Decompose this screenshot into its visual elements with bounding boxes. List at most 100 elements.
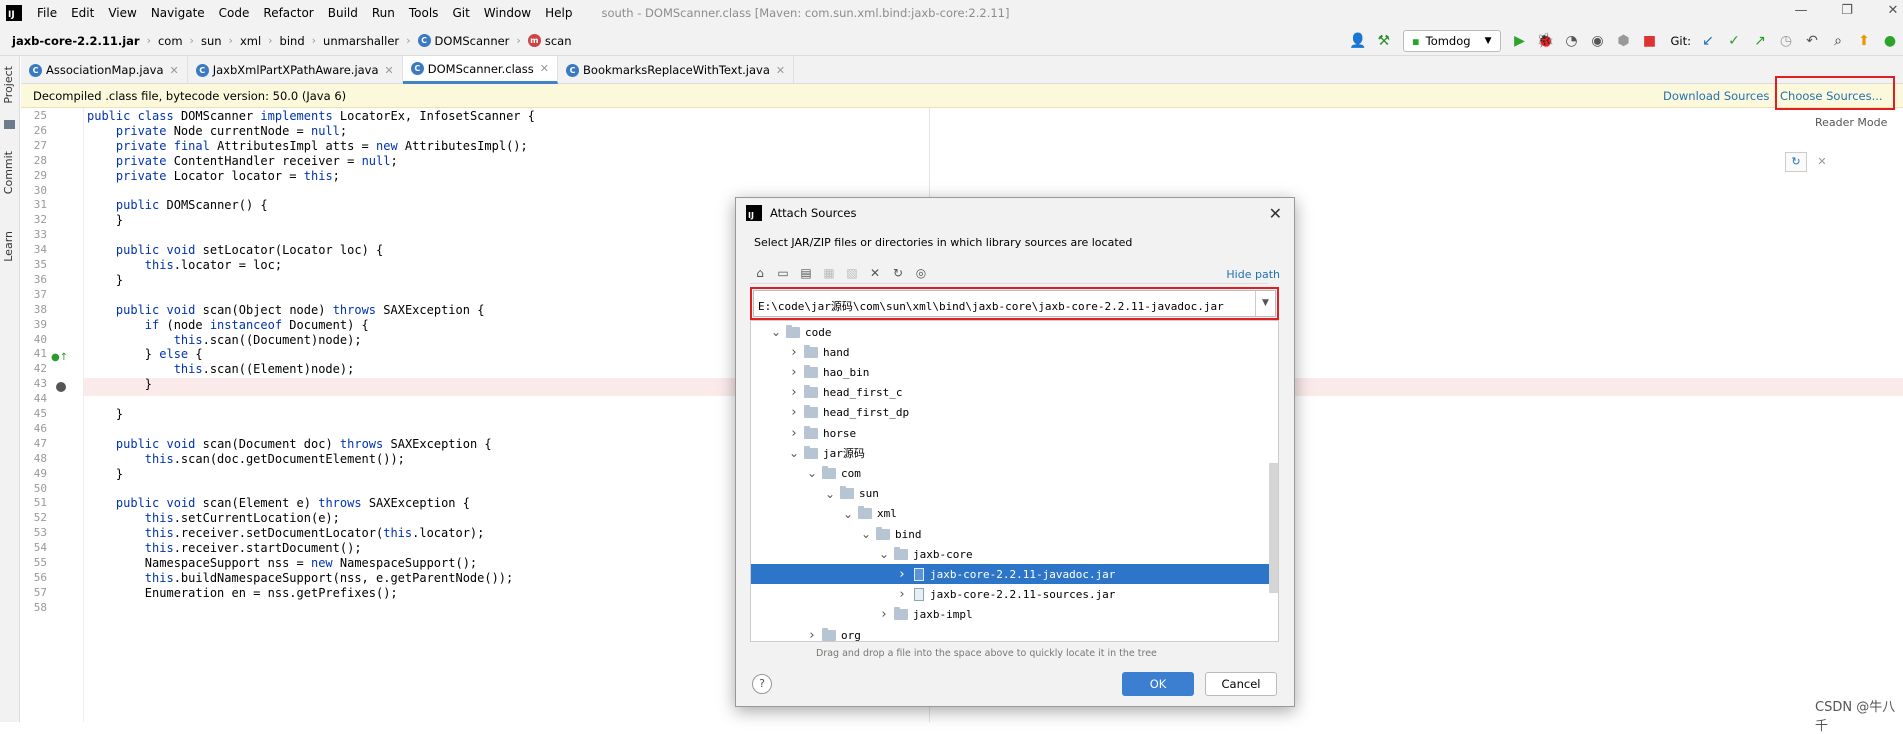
tool-commit[interactable]: Commit <box>2 151 15 194</box>
plugin-icon[interactable]: ● <box>1879 30 1901 52</box>
restore-icon[interactable]: ❐ <box>1840 4 1854 18</box>
menu-window[interactable]: Window <box>477 6 538 20</box>
close-icon[interactable]: ✕ <box>1269 204 1282 223</box>
tree-node-jaxb-impl[interactable]: › jaxb-impl <box>751 605 1278 625</box>
run-icon[interactable]: ▶ <box>1509 30 1531 52</box>
menu-run[interactable]: Run <box>365 6 402 20</box>
tree-node-xml[interactable]: ⌄ xml <box>751 504 1278 524</box>
tree-node-jaxb-core-2-2-11-sources-jar[interactable]: › jaxb-core-2.2.11-sources.jar <box>751 585 1278 605</box>
help-icon[interactable]: ? <box>752 674 772 694</box>
chevron-down-icon[interactable]: ⌄ <box>841 507 855 521</box>
menu-refactor[interactable]: Refactor <box>256 6 320 20</box>
breadcrumb-method[interactable]: m scan <box>526 34 574 48</box>
close-icon[interactable]: ✕ <box>1812 152 1832 172</box>
cancel-button[interactable]: Cancel <box>1205 672 1277 696</box>
chevron-right-icon[interactable]: › <box>787 385 801 400</box>
tab-jaxbxmlpart[interactable]: C JaxbXmlPartXPathAware.java ✕ <box>188 56 403 84</box>
project-folder-icon[interactable]: ▤ <box>796 263 816 283</box>
breadcrumb-unmarshaller[interactable]: unmarshaller <box>321 34 401 48</box>
close-tab-icon[interactable]: ✕ <box>540 62 549 75</box>
show-hidden-icon[interactable]: ◎ <box>911 263 931 283</box>
chevron-right-icon[interactable]: › <box>895 567 909 582</box>
reader-mode-toggle[interactable]: Reader Mode <box>1815 116 1887 129</box>
menu-view[interactable]: View <box>101 6 143 20</box>
menu-edit[interactable]: Edit <box>64 6 101 20</box>
tree-node-horse[interactable]: › horse <box>751 423 1278 443</box>
chevron-down-icon[interactable]: ⌄ <box>787 446 801 460</box>
breadcrumb-com[interactable]: com <box>156 34 185 48</box>
menu-git[interactable]: Git <box>445 6 476 20</box>
user-icon[interactable]: 👤 <box>1347 30 1369 52</box>
run-configuration-select[interactable]: ▪ Tomdog ▼ <box>1402 30 1501 52</box>
attach-icon[interactable]: ⬢ <box>1613 30 1635 52</box>
tree-node-hao-bin[interactable]: › hao_bin <box>751 362 1278 382</box>
tab-domscanner[interactable]: C DOMScanner.class ✕ <box>402 56 559 84</box>
menu-help[interactable]: Help <box>538 6 579 20</box>
close-tab-icon[interactable]: ✕ <box>776 64 785 77</box>
minimize-icon[interactable]: — <box>1794 4 1808 18</box>
tree-node-sun[interactable]: ⌄ sun <box>751 484 1278 504</box>
breadcrumb-bind[interactable]: bind <box>278 34 307 48</box>
close-tab-icon[interactable]: ✕ <box>170 64 179 77</box>
refresh-icon[interactable]: ↻ <box>888 263 908 283</box>
override-icon[interactable]: ●↑ <box>51 352 68 363</box>
menu-build[interactable]: Build <box>321 6 365 20</box>
tree-node-org[interactable]: › org <box>751 625 1278 642</box>
tool-learn[interactable]: Learn <box>2 231 15 262</box>
breadcrumb-xml[interactable]: xml <box>238 34 263 48</box>
breadcrumb-class[interactable]: C DOMScanner <box>416 34 512 48</box>
refresh-icon[interactable]: ↻ <box>1785 152 1807 172</box>
chevron-down-icon[interactable]: ⌄ <box>859 527 873 541</box>
tool-project[interactable]: Project <box>2 66 15 104</box>
close-icon[interactable]: ✕ <box>1886 4 1900 18</box>
download-sources-link[interactable]: Download Sources <box>1663 89 1769 103</box>
scrollbar[interactable] <box>1269 463 1278 593</box>
tree-node-code[interactable]: ⌄ code <box>751 322 1278 342</box>
tree-node-hand[interactable]: › hand <box>751 342 1278 362</box>
tree-node-jaxb-core[interactable]: ⌄ jaxb-core <box>751 544 1278 564</box>
update-icon[interactable]: ⬆ <box>1853 30 1875 52</box>
build-hammer-icon[interactable]: ⚒ <box>1373 30 1395 52</box>
chevron-right-icon[interactable]: › <box>787 345 801 360</box>
menu-code[interactable]: Code <box>212 6 257 20</box>
home-icon[interactable]: ⌂ <box>750 263 770 283</box>
menu-navigate[interactable]: Navigate <box>144 6 212 20</box>
git-update-icon[interactable]: ↙ <box>1697 30 1719 52</box>
tree-node-bind[interactable]: ⌄ bind <box>751 524 1278 544</box>
breadcrumb-sun[interactable]: sun <box>199 34 224 48</box>
search-icon[interactable]: ⌕ <box>1827 30 1849 52</box>
file-tree[interactable]: ⌄ code › hand › hao_bin › head_first_c › head_fir… <box>750 320 1279 642</box>
chevron-right-icon[interactable]: › <box>877 607 891 622</box>
chevron-down-icon[interactable]: ⌄ <box>877 547 891 561</box>
tree-node-jar-[interactable]: ⌄ jar源码 <box>751 443 1278 463</box>
breakpoint-icon[interactable] <box>56 382 66 392</box>
chevron-down-icon[interactable]: ⌄ <box>823 487 837 501</box>
history-icon[interactable]: ◷ <box>1775 30 1797 52</box>
breadcrumb-jar[interactable]: jaxb-core-2.2.11.jar <box>10 34 142 48</box>
ok-button[interactable]: OK <box>1122 672 1194 696</box>
debug-icon[interactable]: 🐞 <box>1535 30 1557 52</box>
chevron-right-icon[interactable]: › <box>787 405 801 420</box>
new-folder-icon[interactable]: ▧ <box>842 263 862 283</box>
tree-node-com[interactable]: ⌄ com <box>751 463 1278 483</box>
tab-associationmap[interactable]: C AssociationMap.java ✕ <box>21 56 188 84</box>
profile-icon[interactable]: ◉ <box>1587 30 1609 52</box>
chevron-right-icon[interactable]: › <box>787 365 801 380</box>
hide-path-link[interactable]: Hide path <box>1226 268 1280 281</box>
git-commit-icon[interactable]: ✓ <box>1723 30 1745 52</box>
chevron-down-icon[interactable]: ⌄ <box>769 325 783 339</box>
menu-file[interactable]: File <box>30 6 64 20</box>
delete-icon[interactable]: ✕ <box>865 263 885 283</box>
tab-bookmarks[interactable]: C BookmarksReplaceWithText.java ✕ <box>558 56 795 84</box>
coverage-icon[interactable]: ◔ <box>1561 30 1583 52</box>
close-tab-icon[interactable]: ✕ <box>385 64 394 77</box>
desktop-icon[interactable]: ▭ <box>773 263 793 283</box>
stop-icon[interactable]: ■ <box>1639 30 1661 52</box>
menu-tools[interactable]: Tools <box>402 6 446 20</box>
git-push-icon[interactable]: ↗ <box>1749 30 1771 52</box>
module-folder-icon[interactable]: ▦ <box>819 263 839 283</box>
chevron-right-icon[interactable]: › <box>805 628 819 642</box>
chevron-right-icon[interactable]: › <box>895 587 909 602</box>
tree-node-head-first-dp[interactable]: › head_first_dp <box>751 403 1278 423</box>
chevron-right-icon[interactable]: › <box>787 426 801 441</box>
